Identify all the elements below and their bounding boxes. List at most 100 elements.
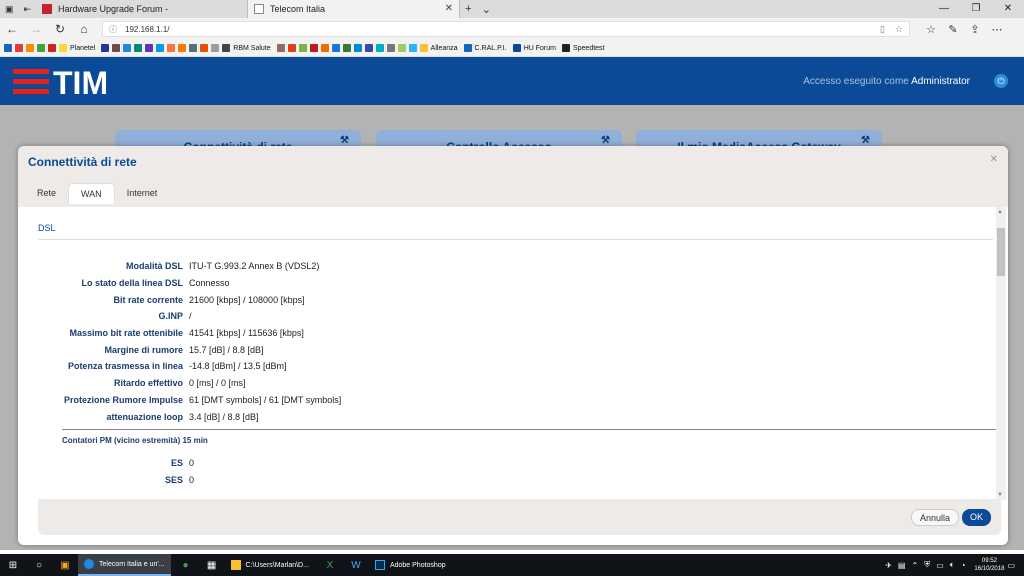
- info-row: G.INP /: [18, 308, 996, 325]
- tray-volume-icon[interactable]: 🔈︎: [950, 560, 955, 570]
- photoshop-icon: [374, 560, 385, 570]
- search-icon[interactable]: ○: [26, 560, 52, 571]
- info-row: attenuazione loop 3.4 [dB] / 8.8 [dB]: [18, 408, 996, 425]
- fav-icon-1[interactable]: [4, 44, 12, 52]
- windows-start-icon[interactable]: ⊞: [0, 560, 26, 571]
- hu-forum-icon: [512, 44, 521, 52]
- calculator-icon[interactable]: ▦: [199, 560, 225, 571]
- ok-button[interactable]: OK: [961, 509, 991, 526]
- settings-power-icon[interactable]: ⏻: [994, 74, 1008, 88]
- close-tab-icon[interactable]: ✕: [445, 3, 453, 14]
- tab-dropdown-icon[interactable]: ⌄: [482, 3, 491, 16]
- fav-icon-13[interactable]: [178, 44, 187, 52]
- fav-icon-11[interactable]: [156, 44, 165, 52]
- info-label: Potenza trasmessa in linea: [67, 361, 183, 372]
- share-icon[interactable]: ⇪: [964, 23, 986, 36]
- modal-footer: Annulla OK: [38, 499, 1001, 535]
- fav-icon-15[interactable]: [200, 44, 209, 52]
- spotify-icon[interactable]: ●: [173, 560, 199, 571]
- url-input[interactable]: ⓘ 192.168.1.1/ ▯ ☆: [102, 21, 910, 37]
- modal-scrollbar[interactable]: ▲ ▼: [996, 207, 1006, 500]
- fav-icon-4[interactable]: [37, 44, 45, 52]
- fav-icon-16[interactable]: [211, 44, 220, 52]
- fav-cralpi[interactable]: C.RAL.P.I.: [463, 44, 507, 52]
- fav-icon-5[interactable]: [48, 44, 56, 52]
- tab-list-icon[interactable]: ▣: [5, 4, 14, 15]
- reading-view-icon[interactable]: ▯: [880, 24, 885, 35]
- fav-planetel[interactable]: Planetel: [59, 44, 95, 52]
- info-label: Protezione Rumore Impulse: [63, 394, 183, 405]
- fav-icon-17[interactable]: [276, 44, 285, 52]
- taskbar-app-explorer[interactable]: C:\Users\Marlan\D...: [225, 554, 315, 576]
- site-info-icon[interactable]: ⓘ: [109, 24, 117, 35]
- store-icon[interactable]: ▣: [52, 560, 78, 571]
- tab-hardware-upgrade[interactable]: Hardware Upgrade Forum -: [36, 0, 248, 18]
- fav-icon-22[interactable]: [331, 44, 340, 52]
- back-tabs-icon[interactable]: ⇤: [23, 4, 31, 15]
- fav-icon-28[interactable]: [397, 44, 406, 52]
- fav-icon-12[interactable]: [167, 44, 176, 52]
- scroll-down-icon[interactable]: ▼: [997, 492, 1003, 498]
- fav-icon-21[interactable]: [320, 44, 329, 52]
- system-tray: ✈ ▤ ⌃ ⛨ ▭ 🔈︎ ◔ 09:52 16/10/2018 ▭: [882, 557, 1024, 573]
- word-icon[interactable]: W: [343, 560, 369, 571]
- fav-icon-2[interactable]: [15, 44, 23, 52]
- fav-icon-3[interactable]: [26, 44, 34, 52]
- close-window-icon[interactable]: ✕: [992, 0, 1024, 18]
- tab-rete[interactable]: Rete: [25, 183, 68, 204]
- fav-icon-10[interactable]: [145, 44, 154, 52]
- fav-icon-7[interactable]: [112, 44, 121, 52]
- tray-wifi-icon[interactable]: ◔: [961, 561, 966, 570]
- fav-icon-6[interactable]: [101, 44, 110, 52]
- back-icon[interactable]: ←: [0, 22, 24, 36]
- fav-icon-29[interactable]: [408, 44, 417, 52]
- notes-pen-icon[interactable]: ✎: [942, 23, 964, 36]
- info-label: Ritardo effettivo: [113, 378, 183, 389]
- tray-app-icon[interactable]: ✈: [885, 561, 892, 570]
- cancel-button[interactable]: Annulla: [910, 509, 959, 526]
- fav-speedtest[interactable]: Speedtest: [561, 44, 605, 52]
- fav-icon-19[interactable]: [298, 44, 307, 52]
- fav-icon-24[interactable]: [353, 44, 362, 52]
- tab-internet[interactable]: Internet: [115, 183, 170, 204]
- tray-network-icon[interactable]: ▤: [898, 561, 906, 570]
- fav-icon-20[interactable]: [309, 44, 318, 52]
- refresh-icon[interactable]: ↻: [48, 22, 72, 36]
- close-icon[interactable]: ✕: [990, 154, 998, 165]
- fav-icon-27[interactable]: [386, 44, 395, 52]
- minimize-icon[interactable]: —: [928, 0, 960, 18]
- tray-security-icon[interactable]: ⛨: [924, 560, 930, 570]
- fav-icon-14[interactable]: [189, 44, 198, 52]
- taskbar-app-photoshop[interactable]: Adobe Photoshop: [369, 554, 452, 576]
- scroll-thumb[interactable]: [997, 228, 1005, 276]
- fav-icon-9[interactable]: [134, 44, 143, 52]
- fav-hu-forum[interactable]: HU Forum: [512, 44, 556, 52]
- forward-icon[interactable]: →: [24, 22, 48, 36]
- fav-icon-8[interactable]: [123, 44, 132, 52]
- fav-alleanza[interactable]: Alleanza: [419, 44, 458, 52]
- more-icon[interactable]: ⋯: [986, 23, 1008, 36]
- modal-body[interactable]: DSL Modalità DSL ITU-T G.993.2 Annex B (V…: [18, 207, 996, 500]
- favorite-star-icon[interactable]: ☆: [895, 24, 903, 35]
- favorites-hub-icon[interactable]: ☆: [920, 23, 942, 36]
- fav-icon-18[interactable]: [287, 44, 296, 52]
- fav-icon-26[interactable]: [375, 44, 384, 52]
- home-icon[interactable]: ⌂: [72, 22, 96, 36]
- tab-telecom-italia[interactable]: Telecom Italia ✕: [248, 0, 460, 18]
- fav-icon-23[interactable]: [342, 44, 351, 52]
- fav-rbm-salute[interactable]: RBM Salute: [222, 44, 271, 52]
- tray-clock[interactable]: 09:52 16/10/2018: [974, 557, 1004, 573]
- scroll-up-icon[interactable]: ▲: [997, 209, 1003, 215]
- info-label: Modalità DSL: [125, 261, 183, 272]
- new-tab-icon[interactable]: +: [465, 3, 471, 15]
- action-center-icon[interactable]: ▭: [1007, 561, 1015, 570]
- fav-icon-25[interactable]: [364, 44, 373, 52]
- login-status: Accesso eseguito come Administrator: [803, 76, 970, 87]
- restore-icon[interactable]: ❐: [960, 0, 992, 18]
- taskbar-app-edge[interactable]: Telecom Italia e un'...: [78, 554, 171, 576]
- tab-wan[interactable]: WAN: [68, 183, 115, 204]
- excel-icon[interactable]: X: [317, 560, 343, 571]
- clock-time: 09:52: [981, 558, 997, 564]
- tray-battery-icon[interactable]: ▭: [936, 561, 944, 570]
- tray-arrow-icon[interactable]: ⌃: [911, 561, 918, 570]
